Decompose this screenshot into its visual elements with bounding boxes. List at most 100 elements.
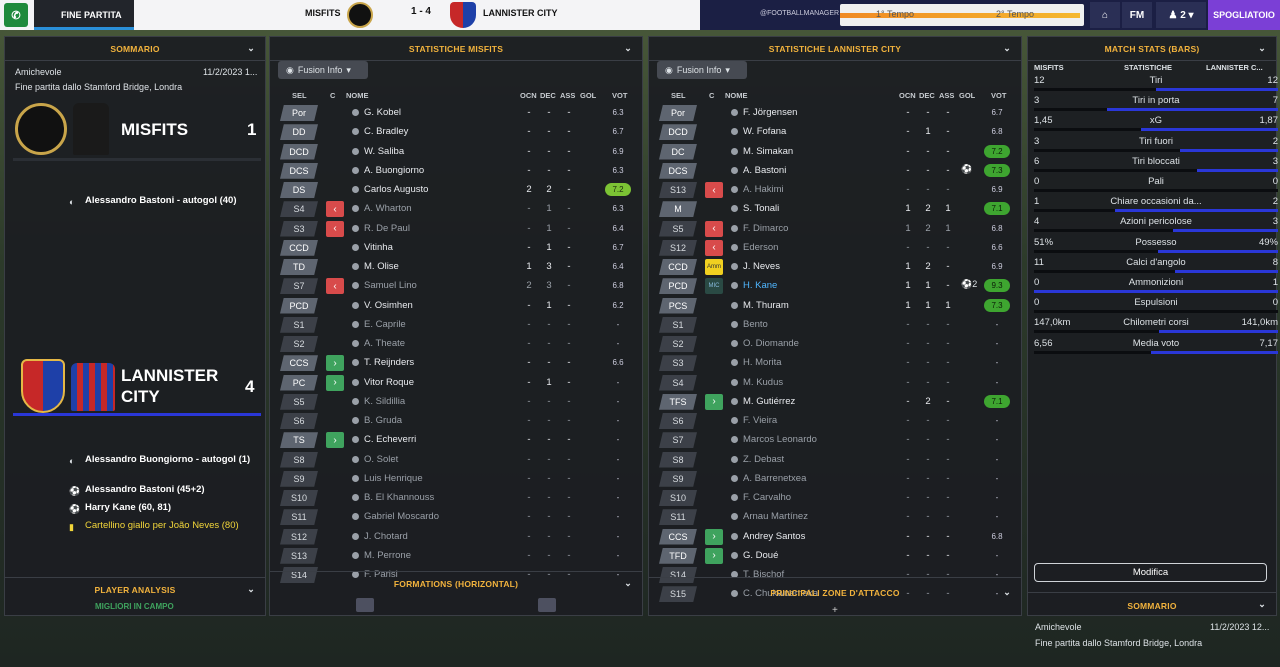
table-row[interactable]: S3 ‹ R. De Paul - 1 - 6.4: [270, 220, 640, 237]
player-name[interactable]: Marcos Leonardo: [743, 434, 817, 445]
chevron-down-icon[interactable]: ⌄: [1003, 43, 1011, 54]
player-name[interactable]: E. Caprile: [364, 319, 406, 330]
table-row[interactable]: DD C. Bradley - - - 6.7: [270, 123, 640, 141]
player-name[interactable]: A. Barrenetxea: [743, 473, 806, 484]
table-row[interactable]: S7 ‹ Samuel Lino 2 3 - 6.8: [270, 277, 640, 295]
chevron-down-icon[interactable]: ⌄: [624, 43, 632, 54]
col-header-ocn[interactable]: OCN: [899, 91, 916, 100]
col-header-c[interactable]: C: [330, 91, 335, 100]
player-name[interactable]: M. Simakan: [743, 146, 793, 157]
table-row[interactable]: S5 ‹ F. Dimarco 1 2 1 6.8: [649, 220, 1019, 237]
player-name[interactable]: O. Diomande: [743, 338, 799, 349]
chevron-down-icon[interactable]: ⌄: [1003, 587, 1011, 598]
table-row[interactable]: S4 ‹ A. Wharton - 1 - 6.3: [270, 200, 640, 218]
player-name[interactable]: M. Gutiérrez: [743, 396, 795, 407]
table-row[interactable]: S2 A. Theate - - - -: [270, 335, 640, 352]
player-name[interactable]: F. Carvalho: [743, 492, 791, 503]
player-name[interactable]: A. Hakimi: [743, 184, 784, 195]
col-header-dec[interactable]: DEC: [919, 91, 935, 100]
col-header-ocn[interactable]: OCN: [520, 91, 537, 100]
player-name[interactable]: Gabriel Moscardo: [364, 511, 439, 522]
player-name[interactable]: V. Osimhen: [364, 300, 413, 311]
chevron-down-icon[interactable]: ⌄: [247, 43, 255, 54]
player-name[interactable]: O. Solet: [364, 454, 398, 465]
table-row[interactable]: S6 B. Gruda - - - -: [270, 412, 640, 429]
player-name[interactable]: M. Kudus: [743, 377, 783, 388]
table-row[interactable]: Por F. Jörgensen - - - 6.7: [649, 104, 1019, 121]
chevron-down-icon[interactable]: ⌄: [1258, 599, 1266, 610]
table-row[interactable]: DCS A. Bastoni - - - ⚽ 7.3: [649, 162, 1019, 179]
player-name[interactable]: B. El Khannouss: [364, 492, 434, 503]
player-name[interactable]: T. Reijnders: [364, 357, 414, 368]
player-name[interactable]: M. Perrone: [364, 550, 411, 561]
player-name[interactable]: G. Doué: [743, 550, 778, 561]
player-name[interactable]: A. Theate: [364, 338, 405, 349]
table-row[interactable]: DCS A. Buongiorno - - - 6.3: [270, 162, 640, 179]
player-name[interactable]: S. Tonali: [743, 203, 779, 214]
player-name[interactable]: Samuel Lino: [364, 280, 417, 291]
player-name[interactable]: Ederson: [743, 242, 778, 253]
fusion-info-dropdown[interactable]: ◉ Fusion Info ▾: [657, 61, 747, 79]
player-name[interactable]: F. Vieira: [743, 415, 777, 426]
player-name[interactable]: Vitinha: [364, 242, 393, 253]
player-name[interactable]: C. Echeverri: [364, 434, 416, 445]
player-name[interactable]: R. De Paul: [364, 223, 410, 234]
chevron-down-icon[interactable]: ⌄: [1258, 43, 1266, 54]
player-name[interactable]: C. Bradley: [364, 126, 408, 137]
home-icon[interactable]: ⌂: [1090, 2, 1120, 28]
col-header-ass[interactable]: ASS: [939, 91, 954, 100]
table-row[interactable]: PC › Vitor Roque - 1 - -: [270, 374, 640, 391]
table-row[interactable]: S2 O. Diomande - - - -: [649, 335, 1019, 352]
col-header-sel[interactable]: SEL: [292, 91, 307, 100]
chevron-down-icon[interactable]: ⌄: [624, 578, 632, 589]
col-header-ass[interactable]: ASS: [560, 91, 575, 100]
player-name[interactable]: A. Bastoni: [743, 165, 786, 176]
player-name[interactable]: W. Saliba: [364, 146, 404, 157]
player-name[interactable]: Carlos Augusto: [364, 184, 428, 195]
col-header-nome[interactable]: NOME: [725, 91, 748, 100]
table-row[interactable]: S10 B. El Khannouss - - - -: [270, 489, 640, 506]
table-row[interactable]: S8 Z. Debast - - - -: [649, 451, 1019, 468]
spogliatoio-button[interactable]: SPOGLIATOIO: [1208, 0, 1280, 30]
table-row[interactable]: S13 M. Perrone - - - -: [270, 547, 640, 564]
table-row[interactable]: S12 J. Chotard - - - -: [270, 528, 640, 545]
fm-button[interactable]: FM: [1122, 2, 1152, 28]
player-name[interactable]: W. Fofana: [743, 126, 786, 137]
col-header-gol[interactable]: GOL: [580, 91, 596, 100]
col-header-dec[interactable]: DEC: [540, 91, 556, 100]
col-header-vot[interactable]: VOT: [991, 91, 1006, 100]
table-row[interactable]: CCD Vitinha - 1 - 6.7: [270, 239, 640, 256]
table-row[interactable]: DS Carlos Augusto 2 2 - 7.2: [270, 181, 640, 198]
table-row[interactable]: S5 K. Sildillia - - - -: [270, 393, 640, 410]
col-header-nome[interactable]: NOME: [346, 91, 369, 100]
player-name[interactable]: A. Wharton: [364, 203, 412, 214]
game-logo-icon[interactable]: ✆: [4, 3, 28, 27]
table-row[interactable]: S1 Bento - - - -: [649, 316, 1019, 333]
table-row[interactable]: S8 O. Solet - - - -: [270, 451, 640, 468]
player-name[interactable]: M. Thuram: [743, 300, 789, 311]
player-name[interactable]: Luis Henrique: [364, 473, 423, 484]
table-row[interactable]: PCD MIC H. Kane 1 1 - ⚽2 9.3: [649, 277, 1019, 295]
table-row[interactable]: TD M. Olise 1 3 - 6.4: [270, 258, 640, 275]
table-row[interactable]: S7 Marcos Leonardo - - - -: [649, 431, 1019, 449]
player-name[interactable]: Bento: [743, 319, 768, 330]
table-row[interactable]: TS › C. Echeverri - - - -: [270, 431, 640, 449]
col-header-gol[interactable]: GOL: [959, 91, 975, 100]
player-name[interactable]: G. Kobel: [364, 107, 401, 118]
player-name[interactable]: K. Sildillia: [364, 396, 405, 407]
col-header-sel[interactable]: SEL: [671, 91, 686, 100]
table-row[interactable]: DCD W. Fofana - 1 - 6.8: [649, 123, 1019, 141]
table-row[interactable]: DCD W. Saliba - - - 6.9: [270, 143, 640, 160]
table-row[interactable]: TFD › G. Doué - - - -: [649, 547, 1019, 564]
player-name[interactable]: F. Dimarco: [743, 223, 788, 234]
table-row[interactable]: Por G. Kobel - - - 6.3: [270, 104, 640, 121]
player-name[interactable]: H. Morita: [743, 357, 782, 368]
users-button[interactable]: ♟ 2 ▾: [1156, 2, 1206, 28]
table-row[interactable]: TFS › M. Gutiérrez - 2 - 7.1: [649, 393, 1019, 410]
col-header-vot[interactable]: VOT: [612, 91, 627, 100]
table-row[interactable]: S4 M. Kudus - - - -: [649, 374, 1019, 391]
player-name[interactable]: Vitor Roque: [364, 377, 414, 388]
player-name[interactable]: Z. Debast: [743, 454, 784, 465]
fusion-info-dropdown[interactable]: ◉ Fusion Info ▾: [278, 61, 368, 79]
table-row[interactable]: S12 ‹ Ederson - - - 6.6: [649, 239, 1019, 256]
